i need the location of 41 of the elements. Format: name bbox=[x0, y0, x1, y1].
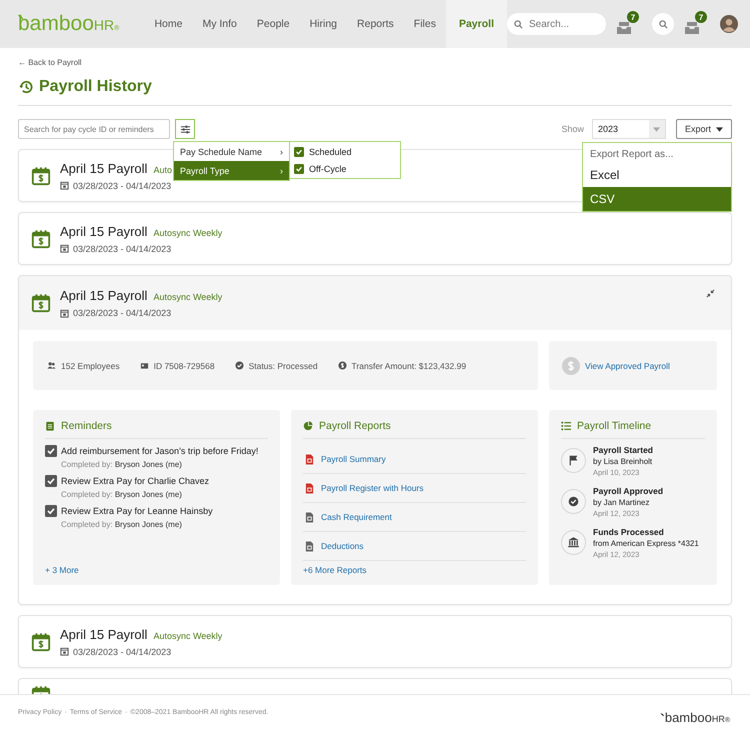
option-label: Off-Cycle bbox=[309, 164, 346, 174]
panel-title: Payroll Timeline bbox=[577, 420, 652, 432]
panel-title: Payroll Reports bbox=[319, 420, 391, 432]
panel-title: Reminders bbox=[61, 420, 112, 432]
pay-period: 03/28/2023 - 04/14/2023 bbox=[73, 244, 172, 254]
schedule-name: Autosync Weekly bbox=[153, 630, 222, 640]
schedule-name: Autosync Weekly bbox=[153, 228, 222, 238]
page-title: Payroll History bbox=[39, 78, 152, 96]
option-label: Scheduled bbox=[309, 146, 352, 156]
pay-period: 03/28/2023 - 04/14/2023 bbox=[73, 180, 172, 190]
reminder-text: Add reimbursement for Jason’s trip before Friday! bbox=[61, 446, 258, 456]
event-actor: by Lisa Breinholt bbox=[593, 457, 653, 466]
notification-count: 7 bbox=[695, 11, 707, 23]
pay-period: 03/28/2023 - 04/14/2023 bbox=[73, 646, 172, 656]
event-actor: from American Express *4321 bbox=[593, 539, 699, 548]
schedule-name: Autosync Weekly bbox=[153, 292, 222, 302]
notification-count: 7 bbox=[627, 11, 639, 23]
completed-by-name: Bryson Jones (me) bbox=[114, 460, 182, 469]
completed-by-name: Bryson Jones (me) bbox=[114, 490, 182, 499]
payroll-title: April 15 Payroll bbox=[60, 160, 148, 176]
menu-heading: Export Report as... bbox=[589, 148, 674, 162]
completed-label: Completed by: bbox=[61, 460, 113, 469]
payroll-title: April 15 Payroll bbox=[60, 224, 148, 238]
payroll-title: April 15 Payroll bbox=[60, 626, 148, 642]
completed-label: Completed by: bbox=[61, 490, 113, 499]
reminder-text: Review Extra Pay for Leanne Hainsby bbox=[61, 506, 213, 516]
summary-stat: ID 7508-729568 bbox=[154, 360, 215, 370]
schedule-name: Auto bbox=[153, 164, 172, 174]
show-label: Show bbox=[561, 124, 584, 134]
payroll-title: April 15 Payroll bbox=[60, 288, 148, 303]
summary-stat: 152 Employees bbox=[61, 360, 120, 370]
pay-period: 03/28/2023 - 04/14/2023 bbox=[73, 308, 172, 318]
event-actor: by Jan Martinez bbox=[593, 498, 650, 507]
completed-label: Completed by: bbox=[61, 520, 113, 529]
event-title: Funds Processed bbox=[593, 527, 665, 537]
event-title: Payroll Started bbox=[593, 445, 653, 455]
summary-stat: Status: Processed bbox=[248, 360, 318, 370]
event-title: Payroll Approved bbox=[593, 486, 664, 496]
completed-by-name: Bryson Jones (me) bbox=[114, 520, 182, 529]
summary-stat: Transfer Amount: $123,432.99 bbox=[352, 360, 466, 370]
reminder-text: Review Extra Pay for Charlie Chavez bbox=[61, 476, 210, 486]
